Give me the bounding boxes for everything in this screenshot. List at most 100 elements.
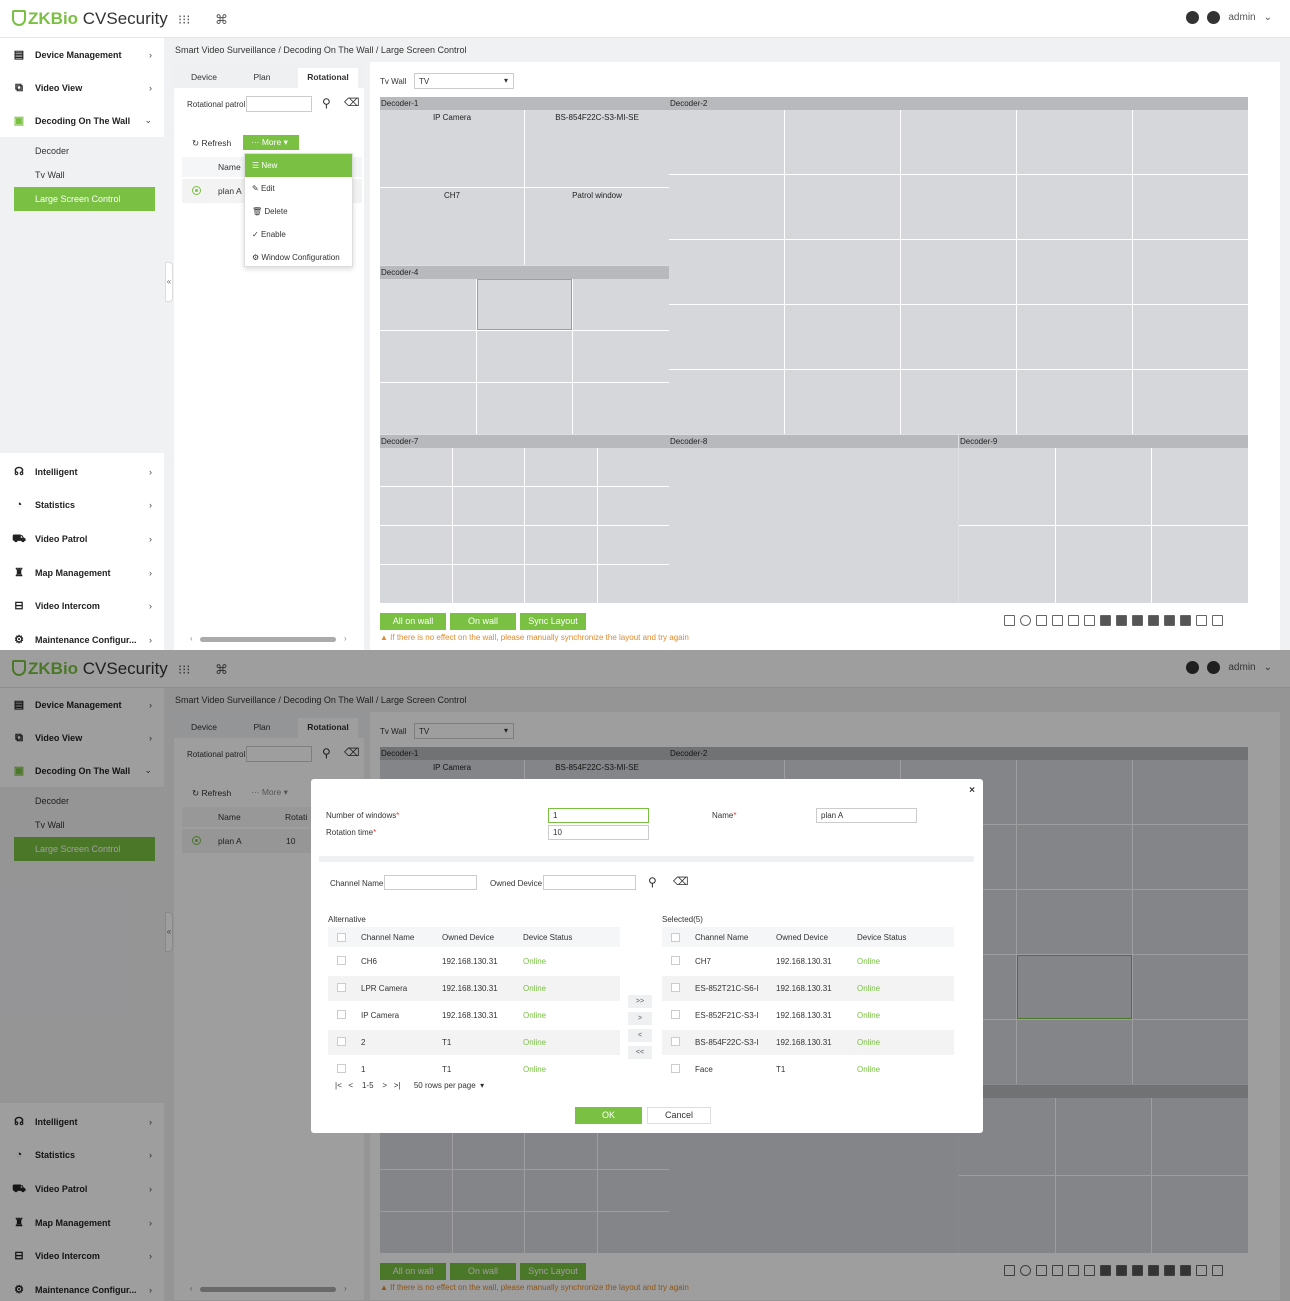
horizontal-scrollbar[interactable]: ‹ › (190, 634, 358, 644)
table-row[interactable]: IP Camera 192.168.130.31 Online (328, 1003, 620, 1028)
window-cell[interactable] (1017, 305, 1132, 369)
window-cell[interactable] (1133, 175, 1248, 239)
sidebar-item-large-screen-control[interactable]: Large Screen Control (14, 187, 155, 211)
menu-item-enable[interactable]: ✓ Enable (245, 223, 352, 246)
table-row[interactable]: CH6 192.168.130.31 Online (328, 949, 620, 974)
name-input[interactable]: plan A (816, 808, 917, 823)
window-cell[interactable] (1017, 110, 1132, 174)
rotation-time-input[interactable]: 10 (548, 825, 649, 840)
owned-device-input[interactable] (543, 875, 636, 890)
layout-icon[interactable] (1196, 615, 1207, 626)
window-cell[interactable] (597, 565, 669, 603)
table-row[interactable]: Face T1 Online (662, 1057, 954, 1082)
window-cell[interactable] (901, 370, 1016, 434)
window-cell[interactable] (1017, 240, 1132, 304)
layout-icon[interactable] (1068, 615, 1079, 626)
table-row[interactable]: CH7 192.168.130.31 Online (662, 949, 954, 974)
window-cell[interactable] (525, 526, 597, 564)
tab-device[interactable]: Device (179, 68, 229, 86)
tv-wall-select[interactable]: TV (414, 73, 514, 89)
window-cell[interactable] (452, 526, 524, 564)
table-row[interactable]: LPR Camera 192.168.130.31 Online (328, 976, 620, 1001)
window-cell[interactable] (1055, 448, 1152, 525)
more-button[interactable]: ··· More ▾ (243, 135, 299, 150)
cancel-button[interactable]: Cancel (647, 1107, 711, 1124)
window-cell[interactable] (901, 240, 1016, 304)
sidebar-item-decoder[interactable]: Decoder (35, 146, 69, 156)
move-right-button[interactable]: > (628, 1012, 652, 1025)
sidebar-item-video-view[interactable]: ⧉ Video View › (0, 71, 164, 104)
window-cell[interactable] (669, 175, 784, 239)
table-row[interactable]: ES-852T21C-S6-I 192.168.130.31 Online (662, 976, 954, 1001)
eraser-icon[interactable]: ⌫ (344, 96, 360, 109)
window-cell[interactable]: Patrol window (525, 188, 669, 265)
all-on-wall-button[interactable]: All on wall (380, 613, 446, 630)
search-icon[interactable]: ⚲ (322, 96, 331, 110)
row-checkbox[interactable] (671, 983, 680, 992)
layout-icon[interactable] (1004, 615, 1015, 626)
move-all-right-button[interactable]: >> (628, 995, 652, 1008)
row-checkbox[interactable] (337, 956, 346, 965)
window-cell-selected[interactable] (476, 279, 573, 330)
window-cell[interactable] (785, 175, 900, 239)
num-windows-input[interactable]: 1 (548, 808, 649, 823)
window-cell[interactable] (1152, 448, 1248, 525)
sidebar-item-intercom[interactable]: ⊟ Video Intercom › (0, 589, 164, 622)
scroll-thumb[interactable] (200, 637, 336, 642)
window-cell[interactable] (785, 110, 900, 174)
sidebar-item-maintenance[interactable]: ⚙ Maintenance Configur... › (0, 623, 164, 651)
sidebar-item-video-patrol[interactable]: ⛟ Video Patrol › (0, 522, 164, 555)
menu-item-delete[interactable]: 🗑 Delete (245, 200, 352, 223)
layout-icon[interactable] (1100, 615, 1111, 626)
layout-icon[interactable] (1052, 615, 1063, 626)
window-cell[interactable] (1133, 240, 1248, 304)
close-icon[interactable]: × (969, 785, 975, 796)
window-cell[interactable] (1017, 175, 1132, 239)
window-cell[interactable] (452, 487, 524, 525)
window-cell[interactable] (901, 110, 1016, 174)
row-checkbox[interactable] (337, 1037, 346, 1046)
table-row[interactable]: BS-854F22C-S3-I 192.168.130.31 Online (662, 1030, 954, 1055)
row-checkbox[interactable] (671, 1010, 680, 1019)
compass-icon[interactable] (1186, 11, 1200, 24)
layout-icon[interactable] (1212, 615, 1223, 626)
sync-layout-button[interactable]: Sync Layout (520, 613, 586, 630)
apps-grid-icon[interactable]: ⁝⁝⁝ (178, 12, 190, 28)
row-checkbox[interactable] (671, 956, 680, 965)
row-checkbox[interactable] (337, 983, 346, 992)
move-all-left-button[interactable]: << (628, 1046, 652, 1059)
scroll-right-icon[interactable]: › (344, 634, 347, 643)
window-cell[interactable] (901, 175, 1016, 239)
row-checkbox[interactable] (337, 1064, 346, 1073)
layout-icon[interactable] (1036, 615, 1047, 626)
window-cell[interactable] (959, 526, 1055, 603)
username[interactable]: admin (1228, 12, 1255, 23)
channel-name-input[interactable] (384, 875, 477, 890)
window-cell[interactable] (785, 305, 900, 369)
play-icon[interactable] (1020, 615, 1031, 626)
window-cell[interactable] (1133, 305, 1248, 369)
tab-plan[interactable]: Plan (237, 68, 287, 86)
window-cell[interactable] (669, 305, 784, 369)
sidebar-item-decoding[interactable]: ▣ Decoding On The Wall ⌄ (0, 104, 164, 137)
window-cell[interactable]: CH7 (380, 188, 524, 265)
search-icon[interactable]: ⚲ (648, 875, 657, 889)
window-cell[interactable] (573, 383, 669, 434)
window-cell[interactable] (669, 448, 958, 603)
ok-button[interactable]: OK (575, 1107, 642, 1124)
collapse-sidebar-icon[interactable]: « (165, 262, 173, 302)
command-icon[interactable]: ⌘ (215, 12, 228, 28)
window-cell[interactable] (573, 331, 669, 382)
window-cell[interactable] (380, 526, 452, 564)
window-cell[interactable] (452, 448, 524, 486)
select-all-checkbox[interactable] (671, 933, 680, 942)
table-row[interactable]: 1 T1 Online (328, 1057, 620, 1082)
window-cell[interactable] (597, 448, 669, 486)
window-cell[interactable] (525, 487, 597, 525)
sidebar-item-map[interactable]: ♜ Map Management › (0, 556, 164, 589)
sidebar-item-tv-wall[interactable]: Tv Wall (35, 170, 65, 180)
layout-icon[interactable] (1084, 615, 1095, 626)
layout-icon[interactable] (1180, 615, 1191, 626)
window-cell[interactable] (1017, 370, 1132, 434)
chevron-down-icon[interactable]: ⌄ (1264, 12, 1272, 23)
